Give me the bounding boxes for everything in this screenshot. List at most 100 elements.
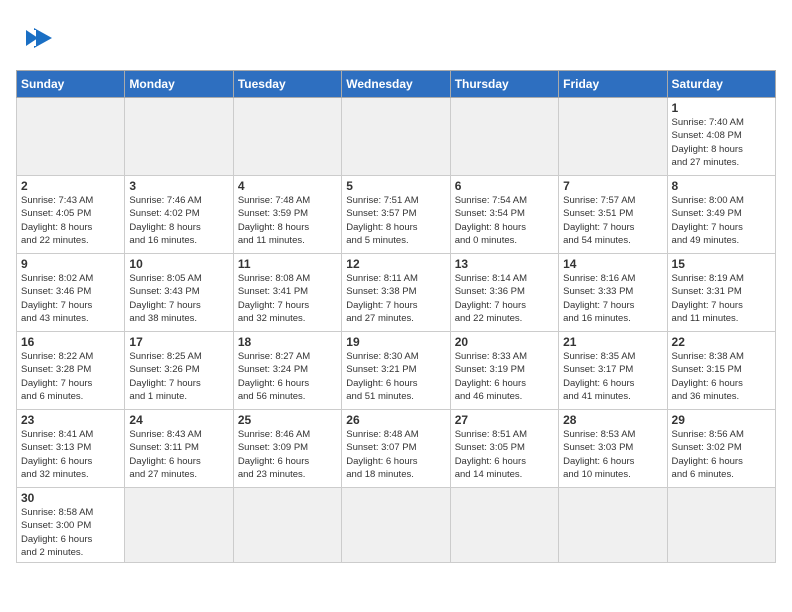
day-number: 3: [129, 179, 228, 193]
day-info: Sunrise: 8:56 AM Sunset: 3:02 PM Dayligh…: [672, 428, 771, 481]
header: [16, 16, 776, 60]
calendar-cell: [667, 488, 775, 563]
calendar-cell: [17, 98, 125, 176]
calendar-cell: [342, 488, 450, 563]
weekday-header-friday: Friday: [559, 71, 667, 98]
page: SundayMondayTuesdayWednesdayThursdayFrid…: [0, 0, 792, 573]
calendar-cell: 1Sunrise: 7:40 AM Sunset: 4:08 PM Daylig…: [667, 98, 775, 176]
calendar-week-4: 23Sunrise: 8:41 AM Sunset: 3:13 PM Dayli…: [17, 410, 776, 488]
day-number: 18: [238, 335, 337, 349]
day-number: 7: [563, 179, 662, 193]
calendar-cell: 28Sunrise: 8:53 AM Sunset: 3:03 PM Dayli…: [559, 410, 667, 488]
calendar-cell: 23Sunrise: 8:41 AM Sunset: 3:13 PM Dayli…: [17, 410, 125, 488]
weekday-header-tuesday: Tuesday: [233, 71, 341, 98]
day-info: Sunrise: 7:46 AM Sunset: 4:02 PM Dayligh…: [129, 194, 228, 247]
calendar-cell: 16Sunrise: 8:22 AM Sunset: 3:28 PM Dayli…: [17, 332, 125, 410]
day-info: Sunrise: 7:43 AM Sunset: 4:05 PM Dayligh…: [21, 194, 120, 247]
day-info: Sunrise: 8:16 AM Sunset: 3:33 PM Dayligh…: [563, 272, 662, 325]
day-number: 25: [238, 413, 337, 427]
day-info: Sunrise: 8:19 AM Sunset: 3:31 PM Dayligh…: [672, 272, 771, 325]
day-info: Sunrise: 8:00 AM Sunset: 3:49 PM Dayligh…: [672, 194, 771, 247]
day-info: Sunrise: 8:14 AM Sunset: 3:36 PM Dayligh…: [455, 272, 554, 325]
day-info: Sunrise: 8:25 AM Sunset: 3:26 PM Dayligh…: [129, 350, 228, 403]
calendar-cell: 12Sunrise: 8:11 AM Sunset: 3:38 PM Dayli…: [342, 254, 450, 332]
calendar-cell: 8Sunrise: 8:00 AM Sunset: 3:49 PM Daylig…: [667, 176, 775, 254]
day-number: 29: [672, 413, 771, 427]
day-number: 2: [21, 179, 120, 193]
calendar-cell: 11Sunrise: 8:08 AM Sunset: 3:41 PM Dayli…: [233, 254, 341, 332]
calendar-cell: 21Sunrise: 8:35 AM Sunset: 3:17 PM Dayli…: [559, 332, 667, 410]
calendar-cell: 26Sunrise: 8:48 AM Sunset: 3:07 PM Dayli…: [342, 410, 450, 488]
calendar-cell: 24Sunrise: 8:43 AM Sunset: 3:11 PM Dayli…: [125, 410, 233, 488]
day-info: Sunrise: 8:22 AM Sunset: 3:28 PM Dayligh…: [21, 350, 120, 403]
logo-icon: [16, 16, 60, 60]
day-info: Sunrise: 8:51 AM Sunset: 3:05 PM Dayligh…: [455, 428, 554, 481]
day-number: 10: [129, 257, 228, 271]
calendar-cell: 27Sunrise: 8:51 AM Sunset: 3:05 PM Dayli…: [450, 410, 558, 488]
day-number: 9: [21, 257, 120, 271]
calendar-week-5: 30Sunrise: 8:58 AM Sunset: 3:00 PM Dayli…: [17, 488, 776, 563]
day-info: Sunrise: 8:48 AM Sunset: 3:07 PM Dayligh…: [346, 428, 445, 481]
calendar-cell: [450, 98, 558, 176]
weekday-header-saturday: Saturday: [667, 71, 775, 98]
day-info: Sunrise: 8:11 AM Sunset: 3:38 PM Dayligh…: [346, 272, 445, 325]
day-number: 30: [21, 491, 120, 505]
calendar-table: SundayMondayTuesdayWednesdayThursdayFrid…: [16, 70, 776, 563]
day-info: Sunrise: 7:51 AM Sunset: 3:57 PM Dayligh…: [346, 194, 445, 247]
calendar-cell: 2Sunrise: 7:43 AM Sunset: 4:05 PM Daylig…: [17, 176, 125, 254]
day-number: 16: [21, 335, 120, 349]
calendar-cell: 9Sunrise: 8:02 AM Sunset: 3:46 PM Daylig…: [17, 254, 125, 332]
day-info: Sunrise: 8:43 AM Sunset: 3:11 PM Dayligh…: [129, 428, 228, 481]
weekday-header-thursday: Thursday: [450, 71, 558, 98]
calendar-cell: 5Sunrise: 7:51 AM Sunset: 3:57 PM Daylig…: [342, 176, 450, 254]
day-number: 22: [672, 335, 771, 349]
calendar-cell: 30Sunrise: 8:58 AM Sunset: 3:00 PM Dayli…: [17, 488, 125, 563]
calendar-cell: 6Sunrise: 7:54 AM Sunset: 3:54 PM Daylig…: [450, 176, 558, 254]
calendar-cell: [125, 488, 233, 563]
calendar-cell: 3Sunrise: 7:46 AM Sunset: 4:02 PM Daylig…: [125, 176, 233, 254]
day-number: 5: [346, 179, 445, 193]
calendar-cell: 18Sunrise: 8:27 AM Sunset: 3:24 PM Dayli…: [233, 332, 341, 410]
day-info: Sunrise: 8:30 AM Sunset: 3:21 PM Dayligh…: [346, 350, 445, 403]
day-number: 23: [21, 413, 120, 427]
calendar-week-2: 9Sunrise: 8:02 AM Sunset: 3:46 PM Daylig…: [17, 254, 776, 332]
day-number: 27: [455, 413, 554, 427]
day-number: 11: [238, 257, 337, 271]
day-number: 1: [672, 101, 771, 115]
day-info: Sunrise: 8:41 AM Sunset: 3:13 PM Dayligh…: [21, 428, 120, 481]
day-number: 28: [563, 413, 662, 427]
day-number: 20: [455, 335, 554, 349]
day-number: 4: [238, 179, 337, 193]
day-number: 12: [346, 257, 445, 271]
calendar-cell: 19Sunrise: 8:30 AM Sunset: 3:21 PM Dayli…: [342, 332, 450, 410]
calendar-cell: 7Sunrise: 7:57 AM Sunset: 3:51 PM Daylig…: [559, 176, 667, 254]
day-info: Sunrise: 8:38 AM Sunset: 3:15 PM Dayligh…: [672, 350, 771, 403]
day-info: Sunrise: 8:33 AM Sunset: 3:19 PM Dayligh…: [455, 350, 554, 403]
calendar-cell: 22Sunrise: 8:38 AM Sunset: 3:15 PM Dayli…: [667, 332, 775, 410]
calendar-cell: [450, 488, 558, 563]
calendar-cell: [233, 488, 341, 563]
day-info: Sunrise: 7:57 AM Sunset: 3:51 PM Dayligh…: [563, 194, 662, 247]
calendar-cell: 17Sunrise: 8:25 AM Sunset: 3:26 PM Dayli…: [125, 332, 233, 410]
calendar-cell: [125, 98, 233, 176]
calendar-cell: 13Sunrise: 8:14 AM Sunset: 3:36 PM Dayli…: [450, 254, 558, 332]
day-number: 8: [672, 179, 771, 193]
calendar-cell: [342, 98, 450, 176]
day-info: Sunrise: 8:46 AM Sunset: 3:09 PM Dayligh…: [238, 428, 337, 481]
calendar-week-0: 1Sunrise: 7:40 AM Sunset: 4:08 PM Daylig…: [17, 98, 776, 176]
calendar-cell: [233, 98, 341, 176]
calendar-cell: 10Sunrise: 8:05 AM Sunset: 3:43 PM Dayli…: [125, 254, 233, 332]
day-number: 26: [346, 413, 445, 427]
day-info: Sunrise: 8:27 AM Sunset: 3:24 PM Dayligh…: [238, 350, 337, 403]
calendar-cell: 4Sunrise: 7:48 AM Sunset: 3:59 PM Daylig…: [233, 176, 341, 254]
calendar-cell: 29Sunrise: 8:56 AM Sunset: 3:02 PM Dayli…: [667, 410, 775, 488]
day-info: Sunrise: 8:35 AM Sunset: 3:17 PM Dayligh…: [563, 350, 662, 403]
day-number: 21: [563, 335, 662, 349]
calendar-header-row: SundayMondayTuesdayWednesdayThursdayFrid…: [17, 71, 776, 98]
calendar-cell: [559, 98, 667, 176]
calendar-cell: 20Sunrise: 8:33 AM Sunset: 3:19 PM Dayli…: [450, 332, 558, 410]
day-info: Sunrise: 7:40 AM Sunset: 4:08 PM Dayligh…: [672, 116, 771, 169]
day-info: Sunrise: 8:53 AM Sunset: 3:03 PM Dayligh…: [563, 428, 662, 481]
calendar-week-1: 2Sunrise: 7:43 AM Sunset: 4:05 PM Daylig…: [17, 176, 776, 254]
day-number: 17: [129, 335, 228, 349]
